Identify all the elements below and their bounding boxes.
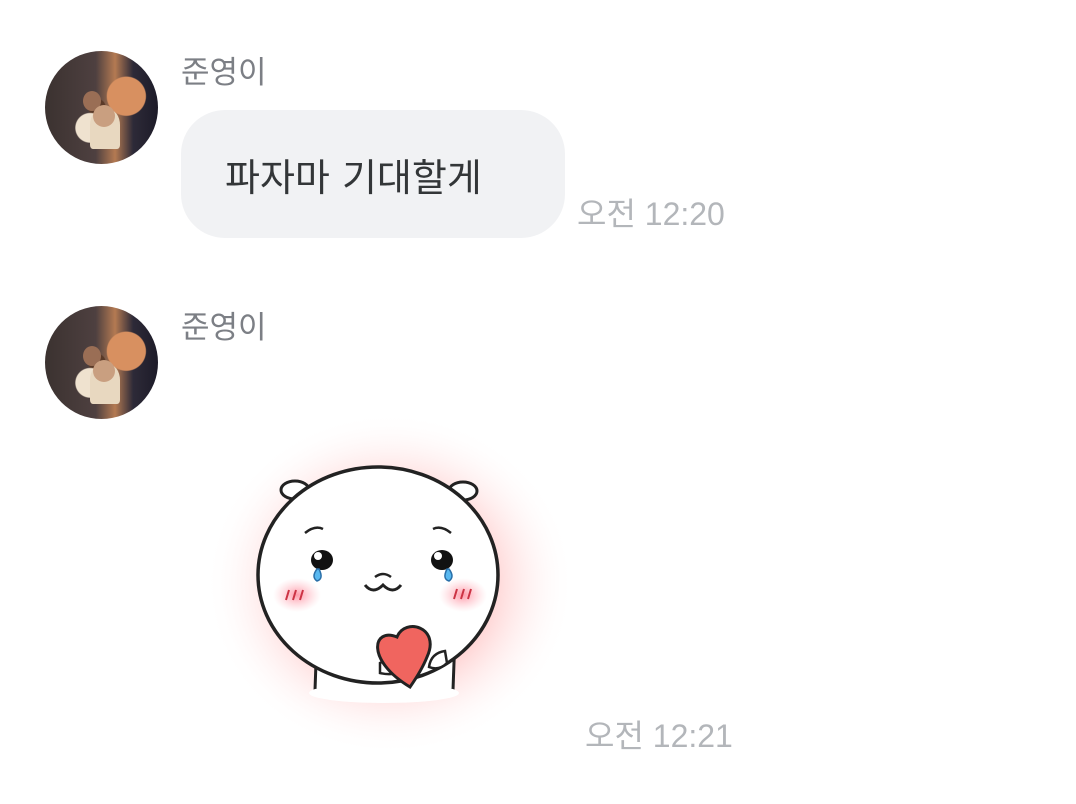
message-timestamp: 오전 12:20 <box>577 196 725 232</box>
message-timestamp: 오전 12:21 <box>585 718 733 754</box>
avatar-photo-detail <box>93 360 115 382</box>
sender-name: 준영이 <box>181 55 267 91</box>
message-bubble[interactable]: 파자마 기대할게 <box>181 110 565 238</box>
crying-bear-heart-sticker-icon[interactable] <box>205 405 575 750</box>
avatar-photo-detail <box>93 105 115 127</box>
message-text: 파자마 기대할게 <box>225 155 482 200</box>
sender-avatar[interactable] <box>45 51 158 164</box>
sender-avatar[interactable] <box>45 306 158 419</box>
sender-name: 준영이 <box>181 310 267 346</box>
